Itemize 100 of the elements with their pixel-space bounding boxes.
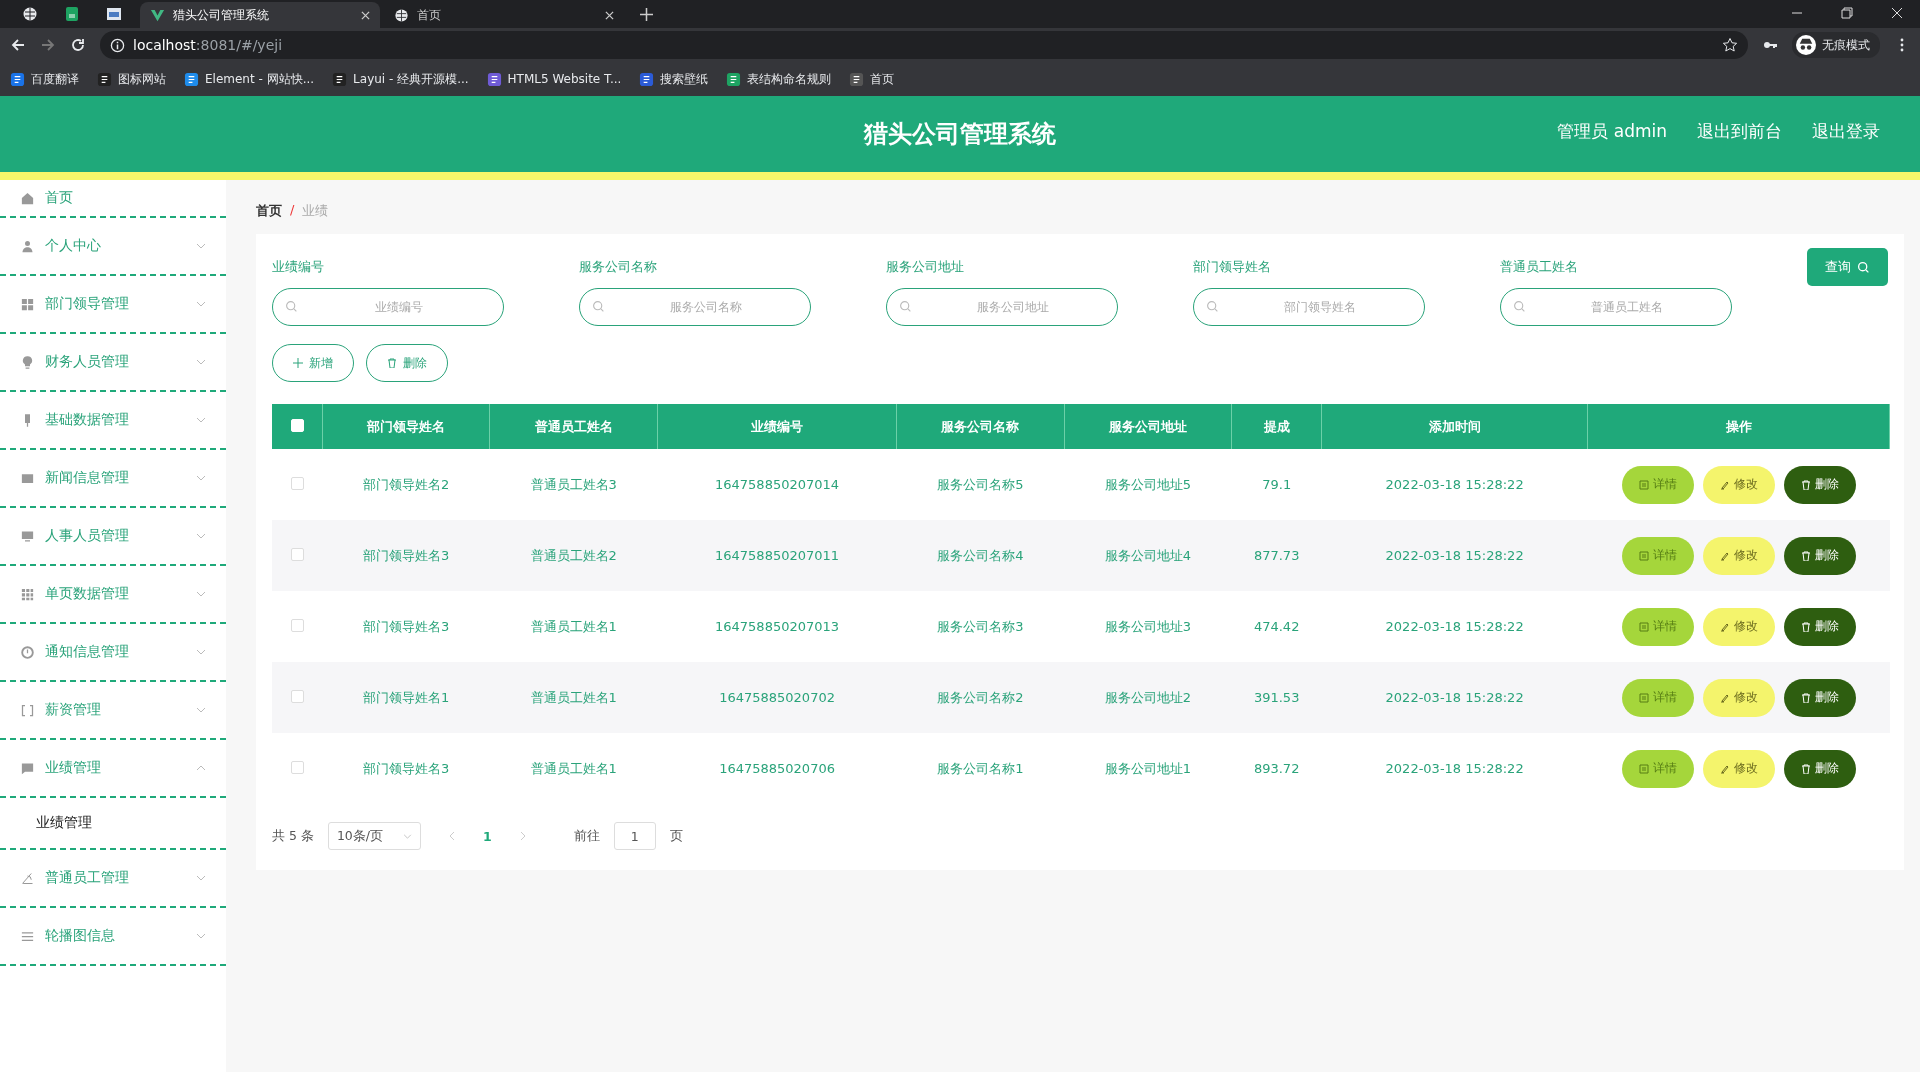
search-button[interactable]: 查询: [1807, 248, 1888, 286]
sidebar-item[interactable]: 薪资管理: [0, 682, 226, 740]
pencil-icon: [1719, 550, 1730, 561]
search-field[interactable]: 普通员工姓名: [1500, 288, 1732, 326]
breadcrumb-separator: /: [290, 202, 295, 219]
chevron-icon: [196, 359, 206, 365]
pen-icon: [20, 870, 35, 886]
restore-icon[interactable]: [1841, 7, 1853, 19]
add-button[interactable]: 新增: [272, 344, 354, 382]
table-cell: 服务公司名称2: [896, 662, 1065, 733]
row-checkbox[interactable]: [290, 689, 304, 703]
bookmark[interactable]: Layui - 经典开源模...: [332, 70, 469, 88]
edit-button[interactable]: 修改: [1702, 465, 1775, 504]
goto-page-field[interactable]: 1: [613, 822, 656, 850]
sidebar-subitem[interactable]: 业绩管理: [0, 798, 226, 850]
table-cell: 16475885020702: [657, 662, 897, 733]
select-all-checkbox[interactable]: [290, 418, 304, 432]
bookmark[interactable]: 百度翻译: [10, 70, 79, 88]
detail-button[interactable]: 详情: [1621, 678, 1694, 717]
table-cell: 474.42: [1231, 591, 1322, 662]
user-label: 管理员 admin: [1557, 119, 1667, 143]
sidebar-item[interactable]: 新闻信息管理: [0, 450, 226, 508]
browser-tab[interactable]: 猎头公司管理系统: [140, 2, 380, 28]
sidebar-item[interactable]: 轮播图信息: [0, 908, 226, 966]
edit-button[interactable]: 修改: [1702, 678, 1775, 717]
sidebar-item[interactable]: 业绩管理: [0, 740, 226, 798]
sidebar-item[interactable]: 财务人员管理: [0, 334, 226, 392]
page-size-select[interactable]: 10条/页: [327, 822, 422, 850]
detail-button[interactable]: 详情: [1621, 749, 1694, 788]
edit-button[interactable]: 修改: [1702, 536, 1775, 575]
row-checkbox[interactable]: [290, 618, 304, 632]
table-cell: 服务公司地址5: [1064, 449, 1232, 520]
bookmark[interactable]: 搜索壁纸: [639, 70, 709, 88]
page-number[interactable]: 1: [483, 828, 492, 844]
new-tab-icon[interactable]: [640, 8, 653, 21]
sidebar-item[interactable]: 个人中心: [0, 218, 226, 276]
bookmark[interactable]: 首页: [849, 70, 895, 88]
reload-icon[interactable]: [70, 37, 86, 53]
document-icon: [1638, 550, 1649, 561]
sidebar-item[interactable]: 普通员工管理: [0, 850, 226, 908]
incognito-profile-button[interactable]: 无痕模式: [1792, 32, 1880, 58]
table-cell: 79.1: [1231, 449, 1322, 520]
spreadsheet-icon[interactable]: [64, 6, 80, 22]
sidebar-item[interactable]: 人事人员管理: [0, 508, 226, 566]
header-link[interactable]: 退出到前台: [1697, 119, 1782, 143]
delete-button[interactable]: 删除: [1783, 536, 1856, 575]
delete-button[interactable]: 删除: [1783, 465, 1856, 504]
breadcrumb-item[interactable]: 首页: [256, 202, 282, 220]
close-icon[interactable]: [605, 10, 614, 20]
bookmark[interactable]: Element - 网站快...: [184, 70, 315, 88]
detail-button[interactable]: 详情: [1621, 465, 1694, 504]
address-bar[interactable]: localhost:8081/#/yeji: [100, 31, 1748, 59]
table-cell: 391.53: [1231, 662, 1322, 733]
search-field[interactable]: 服务公司名称: [579, 288, 811, 326]
detail-button[interactable]: 详情: [1621, 607, 1694, 646]
browser-tab[interactable]: 首页: [384, 2, 624, 28]
image-icon[interactable]: [106, 6, 122, 22]
chevron-icon: [196, 475, 206, 481]
sidebar-item[interactable]: 通知信息管理: [0, 624, 226, 682]
table-cell: 16475885020706: [657, 733, 897, 804]
header-link[interactable]: 退出登录: [1812, 119, 1880, 143]
search-label: 服务公司名称: [579, 258, 658, 276]
search-field[interactable]: 业绩编号: [272, 288, 504, 326]
trash-icon: [387, 358, 397, 368]
forward-arrow-icon[interactable]: [40, 37, 56, 53]
detail-button[interactable]: 详情: [1621, 536, 1694, 575]
star-icon[interactable]: [1722, 37, 1738, 53]
sidebar-item[interactable]: 首页: [0, 180, 226, 218]
globe-icon: [394, 7, 409, 23]
delete-button[interactable]: 删除: [1783, 749, 1856, 788]
grid-icon: [20, 586, 35, 602]
edit-button[interactable]: 修改: [1702, 749, 1775, 788]
search-field[interactable]: 服务公司地址: [886, 288, 1118, 326]
home-icon: [20, 190, 35, 206]
sidebar-item[interactable]: 部门领导管理: [0, 276, 226, 334]
document-icon: [1638, 479, 1649, 490]
bookmark[interactable]: 表结构命名规则: [726, 70, 832, 88]
row-checkbox[interactable]: [290, 760, 304, 774]
delete-button[interactable]: 删除: [1783, 678, 1856, 717]
edit-button[interactable]: 修改: [1702, 607, 1775, 646]
globe-icon[interactable]: [22, 6, 38, 22]
sidebar-item[interactable]: 单页数据管理: [0, 566, 226, 624]
row-checkbox[interactable]: [290, 547, 304, 561]
table-cell: 普通员工姓名1: [490, 591, 658, 662]
search-field[interactable]: 部门领导姓名: [1193, 288, 1425, 326]
delete-button[interactable]: 删除: [1783, 607, 1856, 646]
table-cell: 普通员工姓名1: [490, 733, 658, 804]
table-cell: 部门领导姓名1: [322, 662, 490, 733]
sidebar-item[interactable]: 基础数据管理: [0, 392, 226, 450]
favicon-icon: [849, 71, 865, 87]
grid-icon: [20, 296, 35, 312]
close-icon[interactable]: [1891, 7, 1903, 19]
close-icon[interactable]: [361, 10, 370, 20]
back-arrow-icon[interactable]: [10, 37, 26, 53]
row-checkbox[interactable]: [290, 476, 304, 490]
bookmark[interactable]: 图标网站: [97, 70, 166, 88]
table-cell: 服务公司名称3: [896, 591, 1065, 662]
table-cell: 2022-03-18 15:28:22: [1321, 449, 1588, 520]
bookmark[interactable]: HTML5 Website T...: [486, 71, 622, 87]
delete-button[interactable]: 删除: [366, 344, 448, 382]
